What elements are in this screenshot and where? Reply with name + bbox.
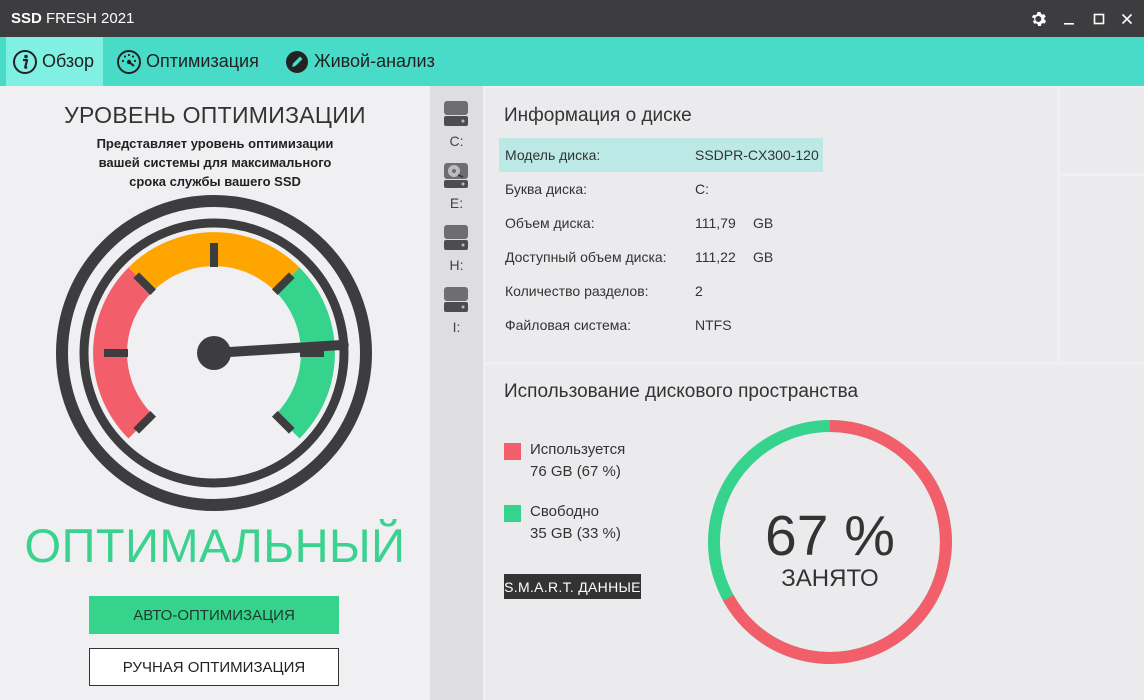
drive-item-c[interactable]: C: bbox=[430, 91, 483, 151]
tab-label: Живой-анализ bbox=[314, 51, 435, 71]
disk-usage-title: Использование дискового пространства bbox=[504, 381, 859, 402]
info-value: SSDPR-CX300-120 bbox=[695, 147, 819, 163]
usage-percent: 67 % bbox=[765, 504, 895, 568]
drive-label: C: bbox=[449, 133, 464, 149]
info-icon bbox=[12, 49, 38, 75]
tab-overview[interactable]: Обзор bbox=[6, 37, 103, 86]
info-row-available: Доступный объем диска: 111,22 GB bbox=[499, 240, 823, 274]
main-nav: Обзор Оптимизация Живой-анализ bbox=[0, 37, 1144, 86]
drive-item-h[interactable]: H: bbox=[430, 215, 483, 275]
info-key: Доступный объем диска: bbox=[505, 249, 667, 265]
legend-used-label: Используется bbox=[530, 441, 626, 458]
info-row-partitions: Количество разделов: 2 bbox=[499, 274, 823, 308]
optimization-status: ОПТИМАЛЬНЫЙ bbox=[24, 519, 406, 572]
optimization-description: Представляет уровень оптимизации вашей с… bbox=[96, 136, 334, 189]
info-key: Объем диска: bbox=[505, 215, 595, 231]
speedometer-icon bbox=[116, 49, 142, 75]
smart-data-button[interactable]: S.M.A.R.T. ДАННЫЕ bbox=[504, 574, 641, 599]
disk-usage-panel: Использование дискового пространства Исп… bbox=[485, 365, 1144, 700]
drive-label: I: bbox=[452, 319, 461, 335]
tab-live-analysis[interactable]: Живой-анализ bbox=[284, 37, 435, 86]
info-value: 111,22 bbox=[695, 249, 736, 265]
info-key: Файловая система: bbox=[505, 317, 632, 333]
drive-item-i[interactable]: I: bbox=[430, 277, 483, 337]
hdd-drive-icon bbox=[444, 163, 468, 188]
drive-item-e[interactable]: E: bbox=[430, 153, 483, 213]
info-value: 2 bbox=[695, 283, 703, 299]
legend-swatch-free bbox=[504, 505, 521, 522]
ssd-drive-icon bbox=[444, 101, 468, 126]
tab-optimization[interactable]: Оптимизация bbox=[116, 37, 259, 86]
info-key: Количество разделов: bbox=[505, 283, 649, 299]
legend-swatch-used bbox=[504, 443, 521, 460]
tab-label: Оптимизация bbox=[146, 51, 259, 71]
close-icon[interactable] bbox=[1115, 7, 1139, 31]
maximize-icon[interactable] bbox=[1087, 7, 1111, 31]
legend-free-value: 35 GB (33 %) bbox=[530, 525, 621, 542]
info-key: Буква диска: bbox=[505, 181, 588, 197]
minimize-icon[interactable] bbox=[1057, 7, 1081, 31]
usage-caption: ЗАНЯТО bbox=[781, 565, 879, 592]
info-row-model: Модель диска: SSDPR-CX300-120 bbox=[499, 138, 823, 172]
info-unit: GB bbox=[753, 249, 774, 265]
info-value: C: bbox=[695, 181, 709, 197]
disk-info-panel: Информация о диске Модель диска: SSDPR-C… bbox=[485, 88, 1057, 362]
ssd-drive-icon bbox=[444, 225, 468, 250]
info-row-filesystem: Файловая система: NTFS bbox=[499, 308, 823, 342]
pencil-icon bbox=[284, 49, 310, 75]
legend-used-value: 76 GB (67 %) bbox=[530, 463, 621, 480]
info-row-capacity: Объем диска: 111,79 GB bbox=[499, 206, 823, 240]
ssd-drive-icon bbox=[444, 287, 468, 312]
info-unit: GB bbox=[753, 215, 774, 231]
gear-icon[interactable] bbox=[1027, 7, 1051, 31]
tab-label: Обзор bbox=[42, 51, 94, 71]
window-title: SSD FRESH 2021 bbox=[11, 10, 135, 27]
drive-label: H: bbox=[449, 257, 464, 273]
info-key: Модель диска: bbox=[505, 147, 601, 163]
manual-optimize-button[interactable]: РУЧНАЯ ОПТИМИЗАЦИЯ bbox=[89, 648, 339, 686]
legend-free-label: Свободно bbox=[530, 503, 599, 520]
optimization-gauge bbox=[56, 195, 372, 511]
drive-list: C: E: H: I: bbox=[430, 86, 483, 700]
optimization-title: УРОВЕНЬ ОПТИМИЗАЦИИ bbox=[64, 102, 366, 128]
optimization-panel: УРОВЕНЬ ОПТИМИЗАЦИИ Представляет уровень… bbox=[0, 86, 430, 700]
auto-optimize-button[interactable]: АВТО-ОПТИМИЗАЦИЯ bbox=[89, 596, 339, 634]
info-value: NTFS bbox=[695, 317, 732, 333]
disk-info-title: Информация о диске bbox=[504, 105, 692, 126]
info-row-letter: Буква диска: C: bbox=[499, 172, 823, 206]
side-panel-top bbox=[1060, 88, 1144, 173]
title-bar: SSD FRESH 2021 bbox=[0, 0, 1144, 37]
info-value: 111,79 bbox=[695, 215, 736, 231]
side-panel-middle bbox=[1060, 176, 1144, 362]
gauge-hub bbox=[197, 336, 231, 370]
drive-label: E: bbox=[449, 195, 464, 211]
